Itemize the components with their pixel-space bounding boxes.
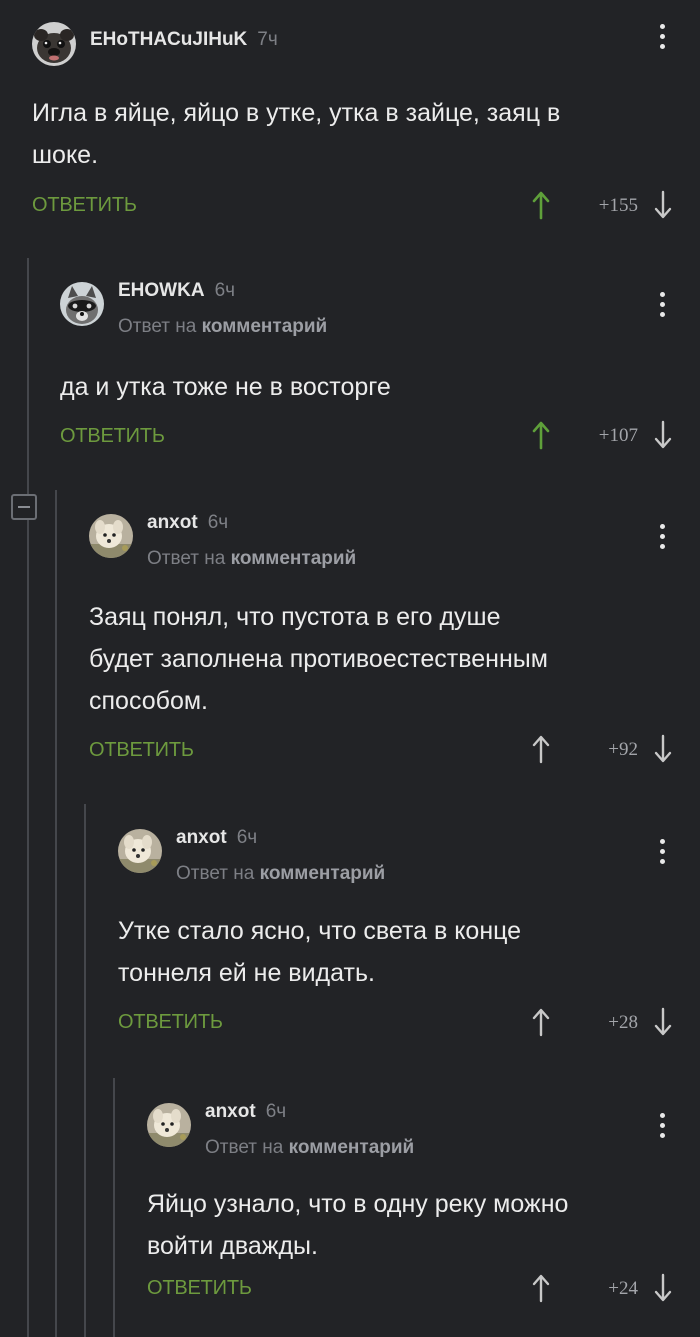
upvote-arrow-icon[interactable] [532,420,550,450]
comment: anxot 6ч Ответ на комментарий Яйцо узнало… [147,1101,700,1313]
comment: EHoTHACuJIHuK 7ч Игла в яйце, яйцо в утке… [32,22,700,232]
dog-avatar-icon[interactable] [89,514,133,558]
more-options-icon[interactable] [656,839,668,869]
thread-line [113,1078,115,1337]
username[interactable]: EHOWKA 6ч [118,280,235,302]
reply-to-link[interactable]: Ответ на комментарий [118,316,327,338]
comment-text: Утке стало ясно, что света в конце тонне… [118,917,522,987]
comment-time: 7ч [257,29,278,50]
comment-time: 6ч [207,512,229,533]
comment-text: Яйцо узнало, что в одну реку можно войти… [147,1190,569,1260]
downvote-arrow-icon[interactable] [654,734,672,764]
username[interactable]: anxot 6ч [176,827,257,849]
vote-score: +24 [608,1278,638,1299]
downvote-arrow-icon[interactable] [654,190,672,220]
raccoon-avatar-icon[interactable] [60,282,104,326]
username[interactable]: anxot 6ч [205,1101,286,1123]
more-options-icon[interactable] [656,24,668,54]
upvote-arrow-icon[interactable] [532,1007,550,1037]
reply-button[interactable]: ОТВЕТИТЬ [32,194,137,217]
vote-controls: +107 [532,420,672,454]
thread-line [27,258,29,1337]
upvote-arrow-icon[interactable] [532,734,550,764]
username[interactable]: anxot 6ч [147,512,228,534]
comment-text: Заяц понял, что пустота в его душе будет… [89,603,548,715]
comment-header: EHoTHACuJIHuK 7ч [32,22,700,66]
vote-controls: +92 [532,734,672,768]
reply-button[interactable]: ОТВЕТИТЬ [60,425,165,448]
reply-button[interactable]: ОТВЕТИТЬ [118,1011,223,1034]
comment-time: 6ч [236,827,258,848]
comment-header: anxot 6ч Ответ на комментарий [118,827,700,884]
more-options-icon[interactable] [656,292,668,322]
vote-controls: +24 [532,1273,672,1307]
more-options-icon[interactable] [656,524,668,554]
downvote-arrow-icon[interactable] [654,1273,672,1303]
comment: anxot 6ч Ответ на комментарий Утке стало … [118,827,700,1041]
thread-line [55,490,57,1337]
comment-header: anxot 6ч Ответ на комментарий [147,1101,700,1158]
dog-avatar-icon[interactable] [118,829,162,873]
vote-score: +28 [608,1012,638,1033]
vote-score: +107 [598,425,638,446]
username[interactable]: EHoTHACuJIHuK 7ч [90,29,278,51]
comment: anxot 6ч Ответ на комментарий Заяц понял,… [89,512,700,774]
upvote-arrow-icon[interactable] [532,1273,550,1303]
downvote-arrow-icon[interactable] [654,420,672,450]
vote-controls: +155 [532,190,672,224]
comment: EHOWKA 6ч Ответ на комментарий да и утка … [60,280,700,457]
dog-avatar-icon[interactable] [147,1103,191,1147]
more-options-icon[interactable] [656,1113,668,1143]
vote-score: +92 [608,739,638,760]
reply-to-link[interactable]: Ответ на комментарий [205,1137,414,1159]
comment-header: EHOWKA 6ч Ответ на комментарий [60,280,700,337]
vote-controls: +28 [532,1007,672,1041]
comment-text: Игла в яйце, яйцо в утке, утка в зайце, … [32,99,561,169]
comment-time: 6ч [265,1101,287,1122]
reply-button[interactable]: ОТВЕТИТЬ [147,1277,252,1300]
reply-to-link[interactable]: Ответ на комментарий [176,863,385,885]
reply-to-link[interactable]: Ответ на комментарий [147,548,356,570]
pug-avatar-icon[interactable] [32,22,76,66]
comment-time: 6ч [214,280,236,301]
thread-line [84,804,86,1337]
comment-text: да и утка тоже не в восторге [60,373,391,401]
comment-header: anxot 6ч Ответ на комментарий [89,512,700,569]
downvote-arrow-icon[interactable] [654,1007,672,1037]
vote-score: +155 [598,195,638,216]
upvote-arrow-icon[interactable] [532,190,550,220]
reply-button[interactable]: ОТВЕТИТЬ [89,739,194,762]
collapse-thread-button[interactable] [11,494,37,520]
